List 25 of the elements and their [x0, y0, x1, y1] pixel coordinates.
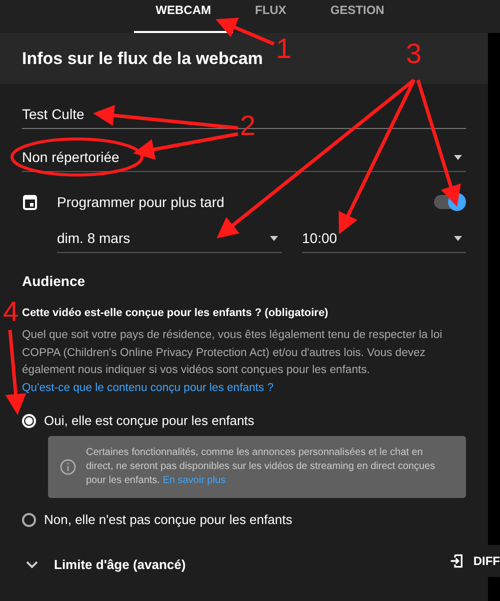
time-dropdown[interactable]: 10:00 — [302, 224, 466, 253]
tab[interactable]: GESTION — [308, 0, 406, 33]
annotation-number: 4 — [3, 298, 19, 326]
exit-icon — [450, 553, 464, 569]
annotation-number: 1 — [276, 35, 292, 63]
info-text: Certaines fonctionnalités, comme les annonces personnalisées et le chat en direct, ne seront pas disponibles sur les vidéos de streaming en direct conçues pour les enfants. En savoir plus — [86, 446, 436, 488]
annotation-number: 3 — [406, 40, 422, 68]
date-dropdown[interactable]: dim. 8 mars — [57, 224, 282, 253]
side-button[interactable]: DIFF — [448, 545, 500, 577]
calendar-icon — [23, 194, 37, 210]
audience-heading: Audience — [22, 273, 86, 289]
annotation-arrow — [216, 18, 275, 46]
tab[interactable]: FLUX — [232, 0, 308, 33]
audience-question: Cette vidéo est-elle conçue pour les enfants ? (obligatoire) — [22, 307, 330, 319]
panel-title: Infos sur le flux de la webcam — [22, 48, 263, 68]
info-icon — [60, 459, 76, 475]
schedule-label: Programmer pour plus tard — [57, 194, 226, 210]
learn-link[interactable]: Qu'est-ce que le contenu conçu pour les enfants ? — [22, 382, 274, 394]
schedule-toggle[interactable] — [434, 195, 464, 209]
audience-description: Quel que soit votre pays de résidence, vous êtes légalement tenu de respecter la loi COPPA (Children's Online Privacy Protection Act) et/ou d'autres lois. Vous devez également nous indiquer si vos vidéos sont conçues pour les enfants. Qu'est-ce que le contenu conçu pour les enfants ? — [22, 328, 444, 396]
visibility-dropdown[interactable]: Non répertoriée — [22, 143, 466, 172]
radio-option[interactable]: Oui, elle est conçue pour les enfants — [22, 413, 466, 428]
age-limit-toggle[interactable]: Limite d'âge (avancé) — [22, 557, 186, 572]
radio-button[interactable] — [22, 512, 36, 526]
radio-option[interactable]: Non, elle n'est pas conçue pour les enfants — [22, 512, 466, 527]
